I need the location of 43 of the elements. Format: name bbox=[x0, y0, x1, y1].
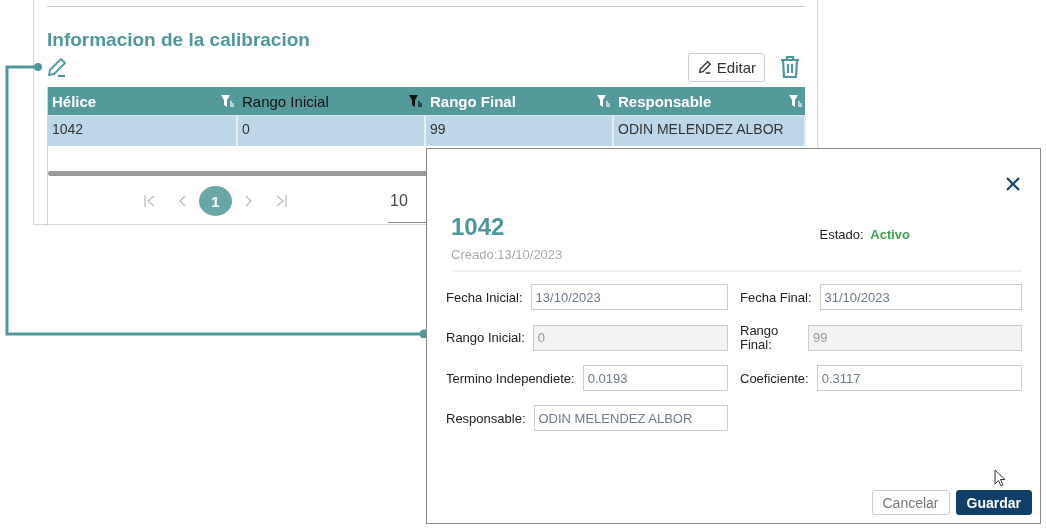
field-label: Rango Inicial: bbox=[446, 330, 525, 346]
next-page-icon[interactable] bbox=[245, 195, 252, 207]
field-label: Rango Final: bbox=[740, 324, 780, 352]
edit-button[interactable]: Editar bbox=[687, 52, 765, 82]
created-date: Creado:13/10/2023 bbox=[451, 247, 563, 262]
first-page-icon[interactable] bbox=[144, 195, 155, 207]
field-label: Coeficiente: bbox=[740, 370, 809, 386]
section-title: Informacion de la calibracion bbox=[47, 29, 311, 51]
field-label: Responsable: bbox=[446, 410, 526, 426]
dialog-title: 1042 bbox=[451, 213, 506, 241]
field-label: Fecha Inicial: bbox=[446, 289, 523, 305]
filter-icon[interactable] bbox=[409, 94, 422, 108]
status-label: Estado: bbox=[819, 227, 864, 242]
trash-icon[interactable] bbox=[779, 55, 801, 79]
input-field[interactable]: 31/10/2023 bbox=[819, 284, 1022, 310]
input-field[interactable]: 0.0193 bbox=[582, 365, 728, 392]
status-value: Activo bbox=[870, 227, 910, 242]
pencil-icon bbox=[696, 59, 713, 75]
column-header[interactable]: Rango Final bbox=[426, 87, 614, 115]
filter-icon[interactable] bbox=[597, 94, 610, 108]
input-field[interactable]: ODIN MELENDEZ ALBOR bbox=[533, 405, 728, 432]
previous-page-icon[interactable] bbox=[179, 195, 186, 207]
filter-icon[interactable] bbox=[789, 94, 802, 108]
table-cell: ODIN MELENDEZ ALBOR bbox=[614, 116, 806, 146]
input-field[interactable]: 0.3117 bbox=[816, 365, 1022, 392]
column-header[interactable]: Hélice bbox=[48, 87, 238, 115]
field-label: Fecha Final: bbox=[740, 289, 812, 305]
cancel-button[interactable]: Cancelar bbox=[871, 490, 950, 515]
table-row[interactable]: 1042 0 99 ODIN MELENDEZ ALBOR bbox=[48, 115, 805, 146]
table-cell: 1042 bbox=[48, 116, 238, 146]
column-header[interactable]: Rango Inicial bbox=[238, 87, 426, 115]
field-label: Termino Independiete: bbox=[446, 370, 575, 386]
page-button[interactable]: 1 bbox=[199, 186, 232, 216]
save-button[interactable]: Guardar bbox=[955, 490, 1032, 515]
input-field[interactable]: 13/10/2023 bbox=[530, 284, 728, 310]
table-cell: 99 bbox=[426, 116, 614, 146]
table-cell: 0 bbox=[238, 116, 426, 146]
column-header[interactable]: Responsable bbox=[614, 87, 806, 115]
close-icon[interactable] bbox=[1006, 177, 1020, 191]
last-page-icon[interactable] bbox=[276, 195, 287, 207]
filter-icon[interactable] bbox=[221, 94, 234, 108]
pencil-icon[interactable] bbox=[45, 55, 69, 79]
cursor-icon bbox=[994, 469, 1006, 487]
